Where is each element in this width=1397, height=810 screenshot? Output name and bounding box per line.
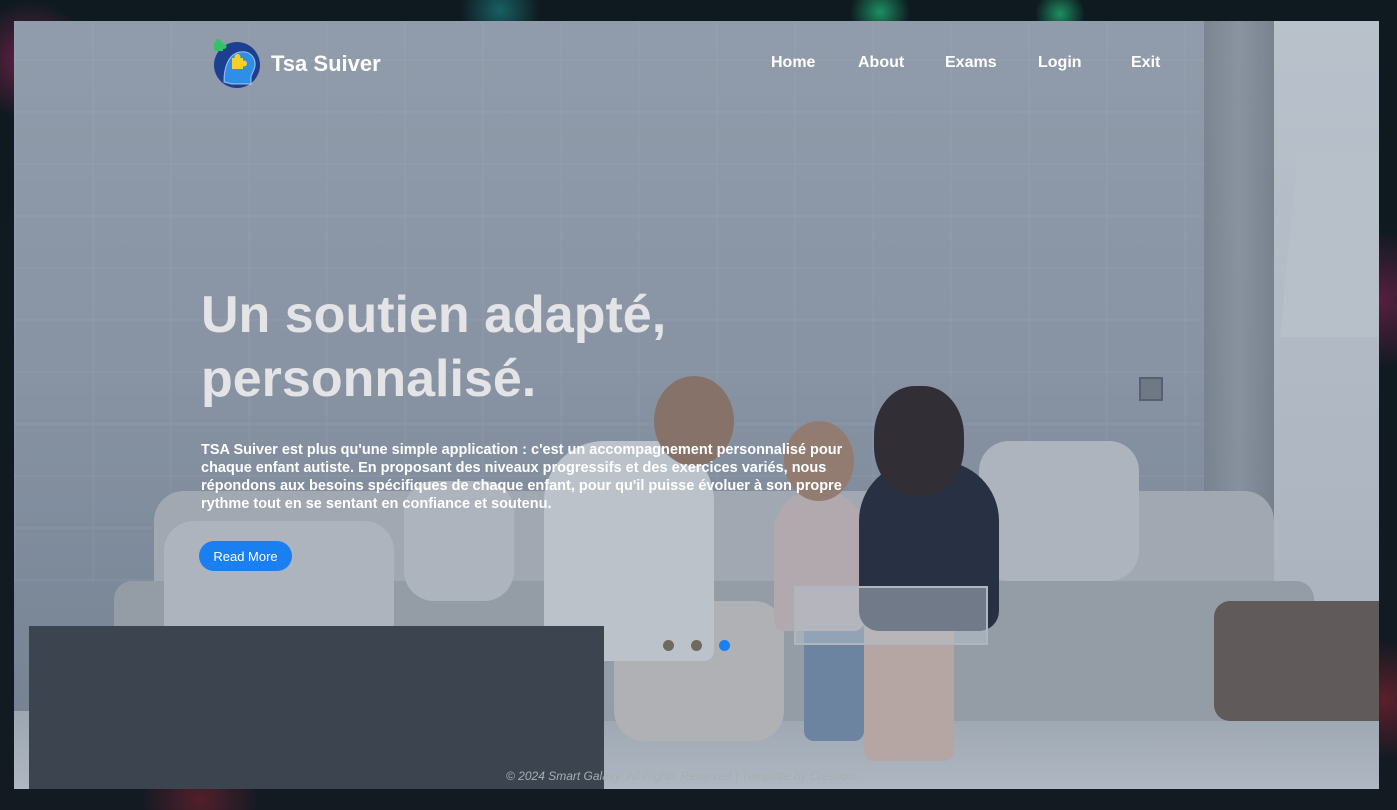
carousel-dot-2[interactable] <box>691 640 702 651</box>
nav-home-link[interactable]: Home <box>771 54 815 72</box>
browser-viewport: Tsa Suiver Home About Exams Login Exit U… <box>14 21 1379 789</box>
hero-title-line-2: personnalisé. <box>201 350 537 408</box>
main-menu: Home About Exams Login Exit <box>14 54 1379 84</box>
navbar: Tsa Suiver Home About Exams Login Exit <box>14 21 1379 111</box>
nav-exit-link[interactable]: Exit <box>1131 54 1160 72</box>
hero-description: TSA Suiver est plus qu'une simple applic… <box>201 442 843 512</box>
footer-copyright: © 2024 Smart Galaxy. All Rights Reserved… <box>506 769 859 783</box>
nav-about-link[interactable]: About <box>858 54 904 72</box>
carousel-dot-1[interactable] <box>663 640 674 651</box>
hero-title: Un soutien adapté, personnalisé. <box>201 283 901 411</box>
nav-login-link[interactable]: Login <box>1038 54 1082 72</box>
read-more-button[interactable]: Read More <box>199 541 292 571</box>
nav-exams-link[interactable]: Exams <box>945 54 997 72</box>
carousel-dot-3[interactable] <box>719 640 730 651</box>
carousel-indicators <box>663 640 747 651</box>
hero-title-line-1: Un soutien adapté, <box>201 286 667 344</box>
